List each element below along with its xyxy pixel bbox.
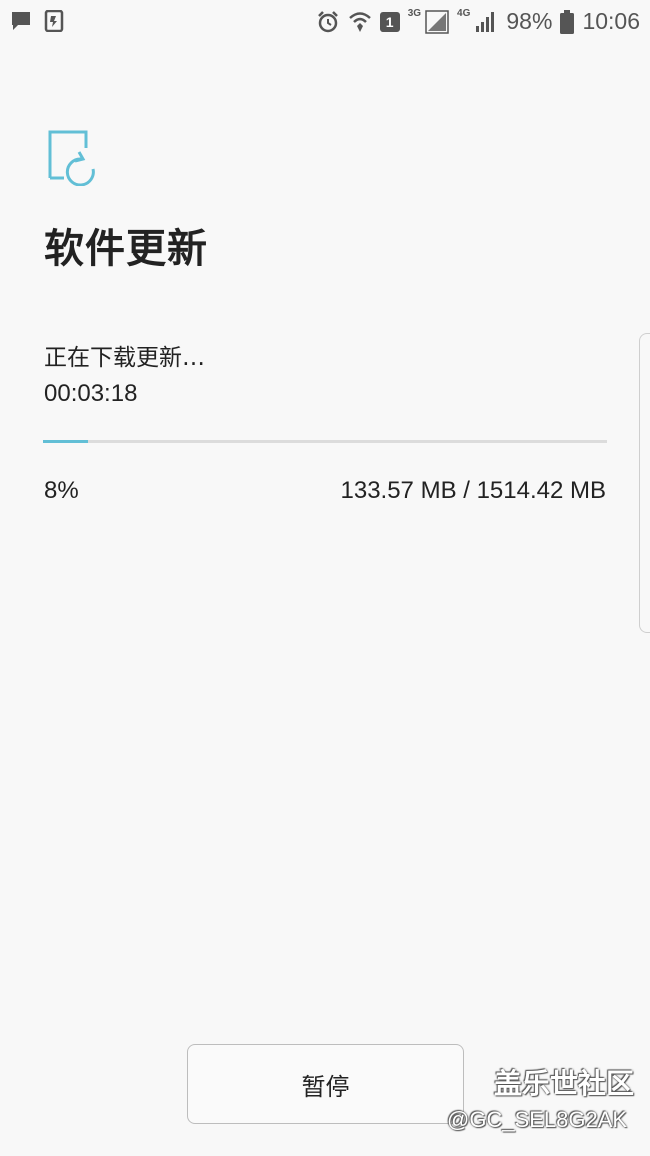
network-3g-label: 3G (407, 8, 422, 19)
wifi-calling-icon (348, 11, 371, 32)
download-progress-fill (43, 440, 89, 443)
message-icon (12, 12, 30, 30)
watermark-title: 盖乐世社区 (494, 1067, 635, 1100)
download-progress-bar (43, 440, 607, 443)
software-update-icon (48, 130, 95, 186)
clock: 10:06 (582, 8, 640, 34)
edge-panel-handle[interactable] (639, 333, 650, 633)
battery-percent: 98% (506, 8, 553, 34)
pause-button[interactable]: 暂停 (187, 1044, 464, 1124)
download-size: 133.57 MB / 1514.42 MB (340, 477, 607, 504)
alarm-icon (317, 10, 338, 32)
sim-icon: 1 (379, 11, 400, 32)
download-status: 正在下载更新… (44, 345, 205, 371)
status-bar: 1 3G 4G 98% 10:06 (0, 0, 650, 46)
phone-transfer-icon (44, 10, 64, 32)
status-bar-left (10, 10, 64, 32)
battery-icon (560, 9, 575, 34)
elapsed-time: 00:03:18 (44, 380, 138, 407)
signal-3g-icon (425, 9, 449, 34)
status-bar-right: 1 3G 4G 98% 10:06 (316, 8, 640, 35)
network-4g-label: 4G (457, 8, 471, 19)
progress-percent: 8% (44, 477, 79, 504)
signal-4g-icon (476, 11, 495, 32)
watermark-handle: @GC_SEL8G2AK (447, 1107, 628, 1132)
pause-button-label: 暂停 (301, 1072, 350, 1101)
page-title: 软件更新 (44, 226, 208, 272)
